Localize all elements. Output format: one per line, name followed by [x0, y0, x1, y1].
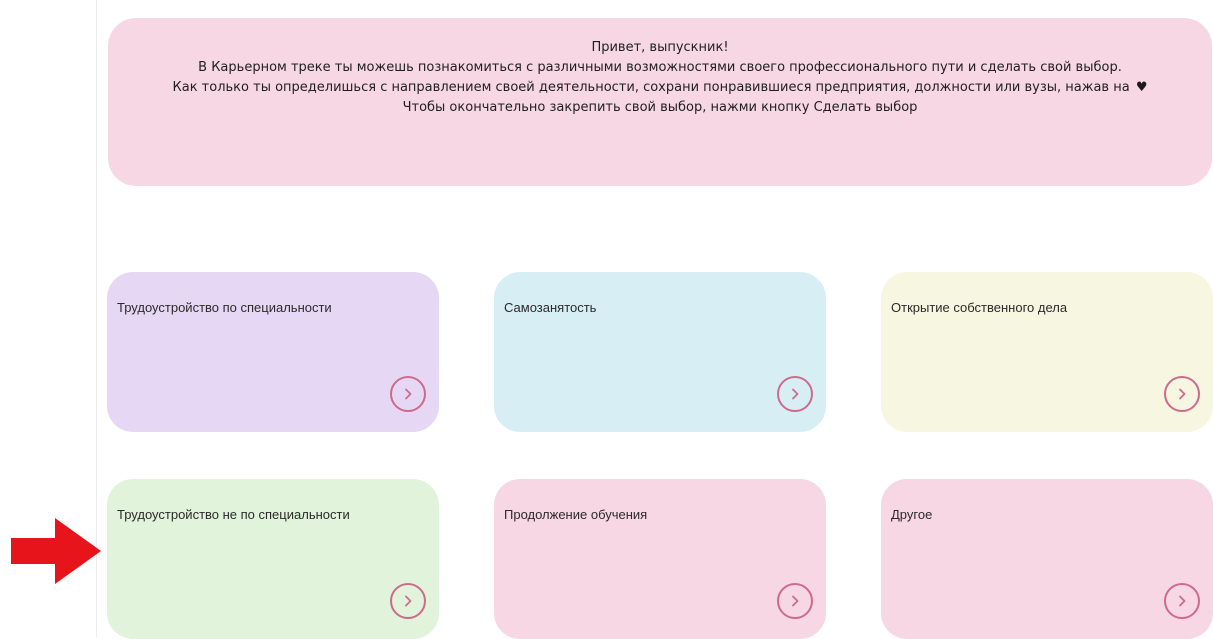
- banner-choice-hint: Чтобы окончательно закрепить свой выбор,…: [402, 100, 918, 115]
- red-pointer-arrow-icon: [11, 518, 101, 584]
- card-title: Другое: [891, 507, 933, 522]
- banner-save-hint: Как только ты определишься с направление…: [148, 78, 1172, 98]
- card-own-business[interactable]: Открытие собственного дела: [881, 272, 1213, 432]
- chevron-right-circle-icon[interactable]: [777, 376, 813, 412]
- chevron-right-circle-icon[interactable]: [777, 583, 813, 619]
- banner-intro: В Карьерном треке ты можешь познакомитьс…: [198, 60, 1122, 75]
- card-title: Открытие собственного дела: [891, 300, 1068, 315]
- card-title: Трудоустройство по специальности: [117, 300, 332, 315]
- chevron-right-circle-icon[interactable]: [1164, 583, 1200, 619]
- card-other[interactable]: Другое: [881, 479, 1213, 639]
- heart-icon: ♥: [1135, 80, 1148, 95]
- banner-save-hint-text: Как только ты определишься с направление…: [172, 80, 1130, 95]
- card-continued-education[interactable]: Продолжение обучения: [494, 479, 826, 639]
- card-title: Трудоустройство не по специальности: [117, 507, 350, 522]
- chevron-right-circle-icon[interactable]: [390, 376, 426, 412]
- card-self-employment[interactable]: Самозанятость: [494, 272, 826, 432]
- card-employment-by-specialty[interactable]: Трудоустройство по специальности: [107, 272, 439, 432]
- chevron-right-circle-icon[interactable]: [1164, 376, 1200, 412]
- banner-greeting: Привет, выпускник!: [591, 40, 729, 55]
- card-title: Продолжение обучения: [504, 507, 648, 522]
- welcome-banner: Привет, выпускник! В Карьерном треке ты …: [108, 18, 1212, 186]
- card-title: Самозанятость: [504, 300, 597, 315]
- chevron-right-circle-icon[interactable]: [390, 583, 426, 619]
- card-employment-outside-specialty[interactable]: Трудоустройство не по специальности: [107, 479, 439, 639]
